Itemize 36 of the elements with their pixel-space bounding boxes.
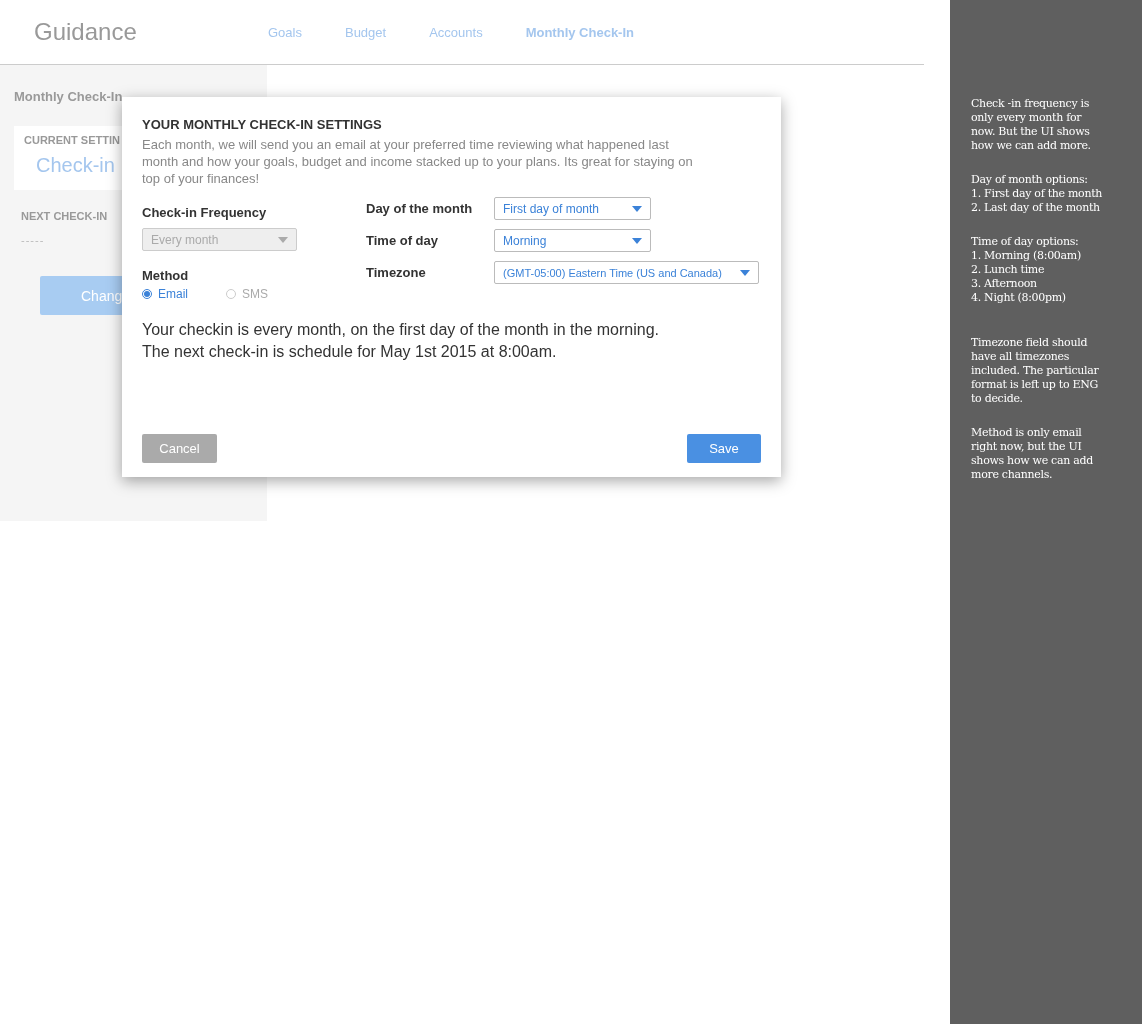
caret-icon bbox=[632, 237, 642, 244]
annotation-note: Time of day options: 1. Morning (8:00am) 2. Lunch time 3. Afternoon 4. Night (8:00pm) bbox=[971, 235, 1082, 305]
next-checkin-label: NEXT CHECK-IN bbox=[21, 210, 108, 222]
next-checkin-value: ----- bbox=[21, 234, 45, 246]
field-label: Day of the month bbox=[366, 201, 474, 216]
annotation-note: Timezone field should have all timezones included. The particular format is left up to ENG to decide. bbox=[971, 336, 1100, 406]
app-logo: Guidance bbox=[34, 18, 138, 46]
dialog-description: Each month, we will send you an email at your preferred time reviewing what happened last month and how your goals, budget and income stacked up to your plans. Its great for staying on top of your finances! bbox=[142, 136, 694, 187]
dropdown-select[interactable]: Morning bbox=[494, 229, 651, 252]
cancel-button[interactable]: Cancel bbox=[142, 434, 217, 463]
dropdown-select[interactable]: (GMT-05:00) Eastern Time (US and Canada) bbox=[494, 261, 759, 284]
nav-tab[interactable]: Goals bbox=[268, 24, 302, 40]
save-button[interactable]: Save bbox=[687, 434, 761, 463]
field-label: Check-in Frequency bbox=[142, 205, 268, 220]
caret-icon bbox=[740, 269, 750, 276]
caret-icon bbox=[632, 205, 642, 212]
annotation-note: Day of month options: 1. First day of the month 2. Last day of the month bbox=[971, 173, 1104, 215]
annotation-note: Check -in frequency is only every month for now. But the UI shows how we can add more. bbox=[971, 97, 1092, 153]
nav-tab[interactable]: Monthly Check-In bbox=[525, 24, 634, 40]
dropdown-select[interactable]: First day of month bbox=[494, 197, 651, 220]
field-label: Timezone bbox=[366, 265, 427, 280]
dialog-title: YOUR MONTHLY CHECK-IN SETTINGS bbox=[142, 117, 383, 132]
summary-text: The next check-in is schedule for May 1st 2015 at 8:00am. bbox=[142, 342, 558, 362]
nav-tab[interactable]: Budget bbox=[344, 24, 387, 40]
card-value: Check-in bbox=[36, 154, 115, 177]
field-label: Time of day bbox=[366, 233, 439, 248]
field-label: Method bbox=[142, 268, 190, 283]
summary-text: Your checkin is every month, on the first day of the month in the morning. bbox=[142, 320, 660, 340]
panel-title: Monthly Check-In bbox=[14, 89, 123, 104]
nav-tab[interactable]: Accounts bbox=[429, 24, 483, 40]
card-label: CURRENT SETTIN bbox=[24, 134, 120, 146]
radio-label[interactable]: Email bbox=[158, 287, 188, 301]
caret-icon bbox=[278, 236, 288, 243]
radio-label[interactable]: SMS bbox=[242, 287, 268, 301]
annotation-note: Method is only email right now, but the UI shows how we can add more channels. bbox=[971, 426, 1094, 482]
radio-button[interactable] bbox=[142, 289, 152, 299]
